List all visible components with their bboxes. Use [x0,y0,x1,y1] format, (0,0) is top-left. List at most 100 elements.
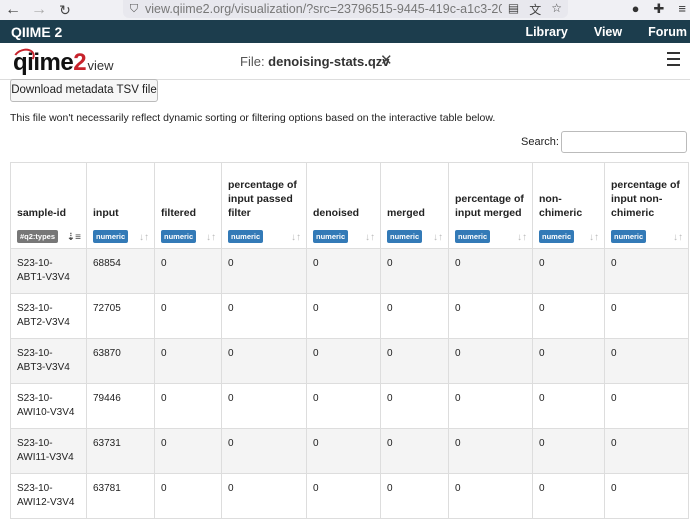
column-header-percentage-passed-filter[interactable]: percentage of input passed filter numeri… [221,162,307,249]
table-cell: 63781 [86,473,155,519]
table-cell: 0 [154,428,222,474]
column-header-percentage-merged[interactable]: percentage of input merged numeric ↓↑ [448,162,533,249]
type-badge: numeric [611,230,647,243]
type-badge: numeric [93,230,129,243]
table-cell: 0 [221,473,307,519]
extensions-icon[interactable]: ✚ [654,0,665,18]
sort-icon[interactable]: ↓↑ [291,232,301,243]
type-badge: #q2:types [17,230,59,243]
column-header-merged[interactable]: merged numeric ↓↑ [380,162,449,249]
sort-ascending-icon[interactable]: ⇣≡ [67,232,81,243]
table-cell: 79446 [86,383,155,429]
sample-id-cell: S23-10-AWI12-V3V4 [10,473,87,519]
menu-icon[interactable]: ≡ [678,0,686,18]
table-row: S23-10-AWI11-V3V4 63731 0 0 0 0 0 0 0 [10,428,689,474]
table-cell: 0 [154,248,222,294]
bookmark-star-icon[interactable]: ☆ [551,1,562,18]
file-header: qiime 2 view File: denoising-stats.qzv ✕ [0,43,690,80]
table-cell: 0 [532,338,605,384]
reader-view-icon[interactable]: ▤ [508,1,519,18]
nav-link-view[interactable]: View [594,25,622,39]
sample-id-cell: S23-10-AWI10-V3V4 [10,383,87,429]
table-cell: 0 [448,428,533,474]
sample-id-cell: S23-10-ABT3-V3V4 [10,338,87,384]
table-cell: 0 [380,248,449,294]
table-cell: 0 [532,383,605,429]
shield-icon: ⛉ [129,2,139,15]
table-cell: 0 [604,473,689,519]
table-cell: 0 [154,293,222,339]
table-cell: 0 [306,338,381,384]
table-cell: 0 [380,383,449,429]
qiime2-view-logo[interactable]: qiime 2 view [11,45,114,75]
column-header-filtered[interactable]: filtered numeric ↓↑ [154,162,222,249]
table-cell: 63870 [86,338,155,384]
translate-icon[interactable]: 文 [529,1,541,18]
table-cell: 0 [604,428,689,474]
type-badge: numeric [539,230,575,243]
type-badge: numeric [455,230,491,243]
type-badge: numeric [313,230,349,243]
column-header-input[interactable]: input numeric ↓↑ [86,162,155,249]
table-cell: 0 [306,293,381,339]
table-cell: 0 [380,473,449,519]
table-cell: 0 [221,383,307,429]
table-cell: 0 [306,428,381,474]
metadata-table: sample-id #q2:types ⇣≡ input numeric ↓↑ … [10,162,689,519]
table-row: S23-10-ABT3-V3V4 63870 0 0 0 0 0 0 0 [10,338,689,384]
column-header-percentage-non-chimeric[interactable]: percentage of input non-chimeric numeric… [604,162,689,249]
table-row: S23-10-ABT2-V3V4 72705 0 0 0 0 0 0 0 [10,293,689,339]
search-label: Search: [521,136,559,148]
table-body: S23-10-ABT1-V3V4 68854 0 0 0 0 0 0 0 S23-10-ABT2-… [10,248,689,519]
table-cell: 68854 [86,248,155,294]
table-cell: 0 [221,248,307,294]
search-input[interactable] [561,131,687,153]
table-cell: 0 [448,473,533,519]
account-icon[interactable]: ● [632,0,640,18]
table-row: S23-10-AWI12-V3V4 63781 0 0 0 0 0 0 0 [10,473,689,519]
nav-link-library[interactable]: Library [525,25,567,39]
sort-icon[interactable]: ↓↑ [433,232,443,243]
table-cell: 0 [221,338,307,384]
address-bar[interactable]: ⛉ view.qiime2.org/visualization/?src=237… [123,0,568,18]
forward-arrow-icon[interactable]: → [26,0,52,20]
download-metadata-button[interactable]: Download metadata TSV file [10,79,158,102]
column-header-denoised[interactable]: denoised numeric ↓↑ [306,162,381,249]
sorting-note: This file won't necessarily reflect dyna… [10,112,496,124]
table-cell: 0 [532,473,605,519]
sort-icon[interactable]: ↓↑ [673,232,683,243]
sample-id-cell: S23-10-AWI11-V3V4 [10,428,87,474]
table-cell: 0 [532,428,605,474]
nav-link-forum[interactable]: Forum [648,25,687,39]
sort-icon[interactable]: ↓↑ [139,232,149,243]
table-cell: 0 [306,383,381,429]
brand-link[interactable]: QIIME 2 [0,24,62,40]
sort-icon[interactable]: ↓↑ [517,232,527,243]
sort-icon[interactable]: ↓↑ [365,232,375,243]
table-cell: 0 [154,473,222,519]
table-cell: 0 [448,338,533,384]
table-cell: 0 [154,338,222,384]
sort-icon[interactable]: ↓↑ [206,232,216,243]
table-header-row: sample-id #q2:types ⇣≡ input numeric ↓↑ … [10,162,689,249]
table-row: S23-10-AWI10-V3V4 79446 0 0 0 0 0 0 0 [10,383,689,429]
sort-icon[interactable]: ↓↑ [589,232,599,243]
column-header-sample-id[interactable]: sample-id #q2:types ⇣≡ [10,162,87,249]
sample-id-cell: S23-10-ABT2-V3V4 [10,293,87,339]
table-row: S23-10-ABT1-V3V4 68854 0 0 0 0 0 0 0 [10,248,689,294]
reload-icon[interactable]: ↻ [52,0,78,20]
table-cell: 0 [380,338,449,384]
column-header-non-chimeric[interactable]: non-chimeric numeric ↓↑ [532,162,605,249]
table-cell: 0 [532,293,605,339]
table-cell: 63731 [86,428,155,474]
table-cell: 0 [448,248,533,294]
table-cell: 0 [221,428,307,474]
url-text[interactable]: view.qiime2.org/visualization/?src=23796… [145,2,502,16]
file-title: File: denoising-stats.qzv [240,54,390,69]
back-arrow-icon[interactable]: ← [0,0,26,20]
table-cell: 0 [604,383,689,429]
hamburger-menu-icon[interactable] [667,52,680,70]
table-cell: 0 [380,293,449,339]
sample-id-cell: S23-10-ABT1-V3V4 [10,248,87,294]
close-file-icon[interactable]: ✕ [380,51,393,69]
